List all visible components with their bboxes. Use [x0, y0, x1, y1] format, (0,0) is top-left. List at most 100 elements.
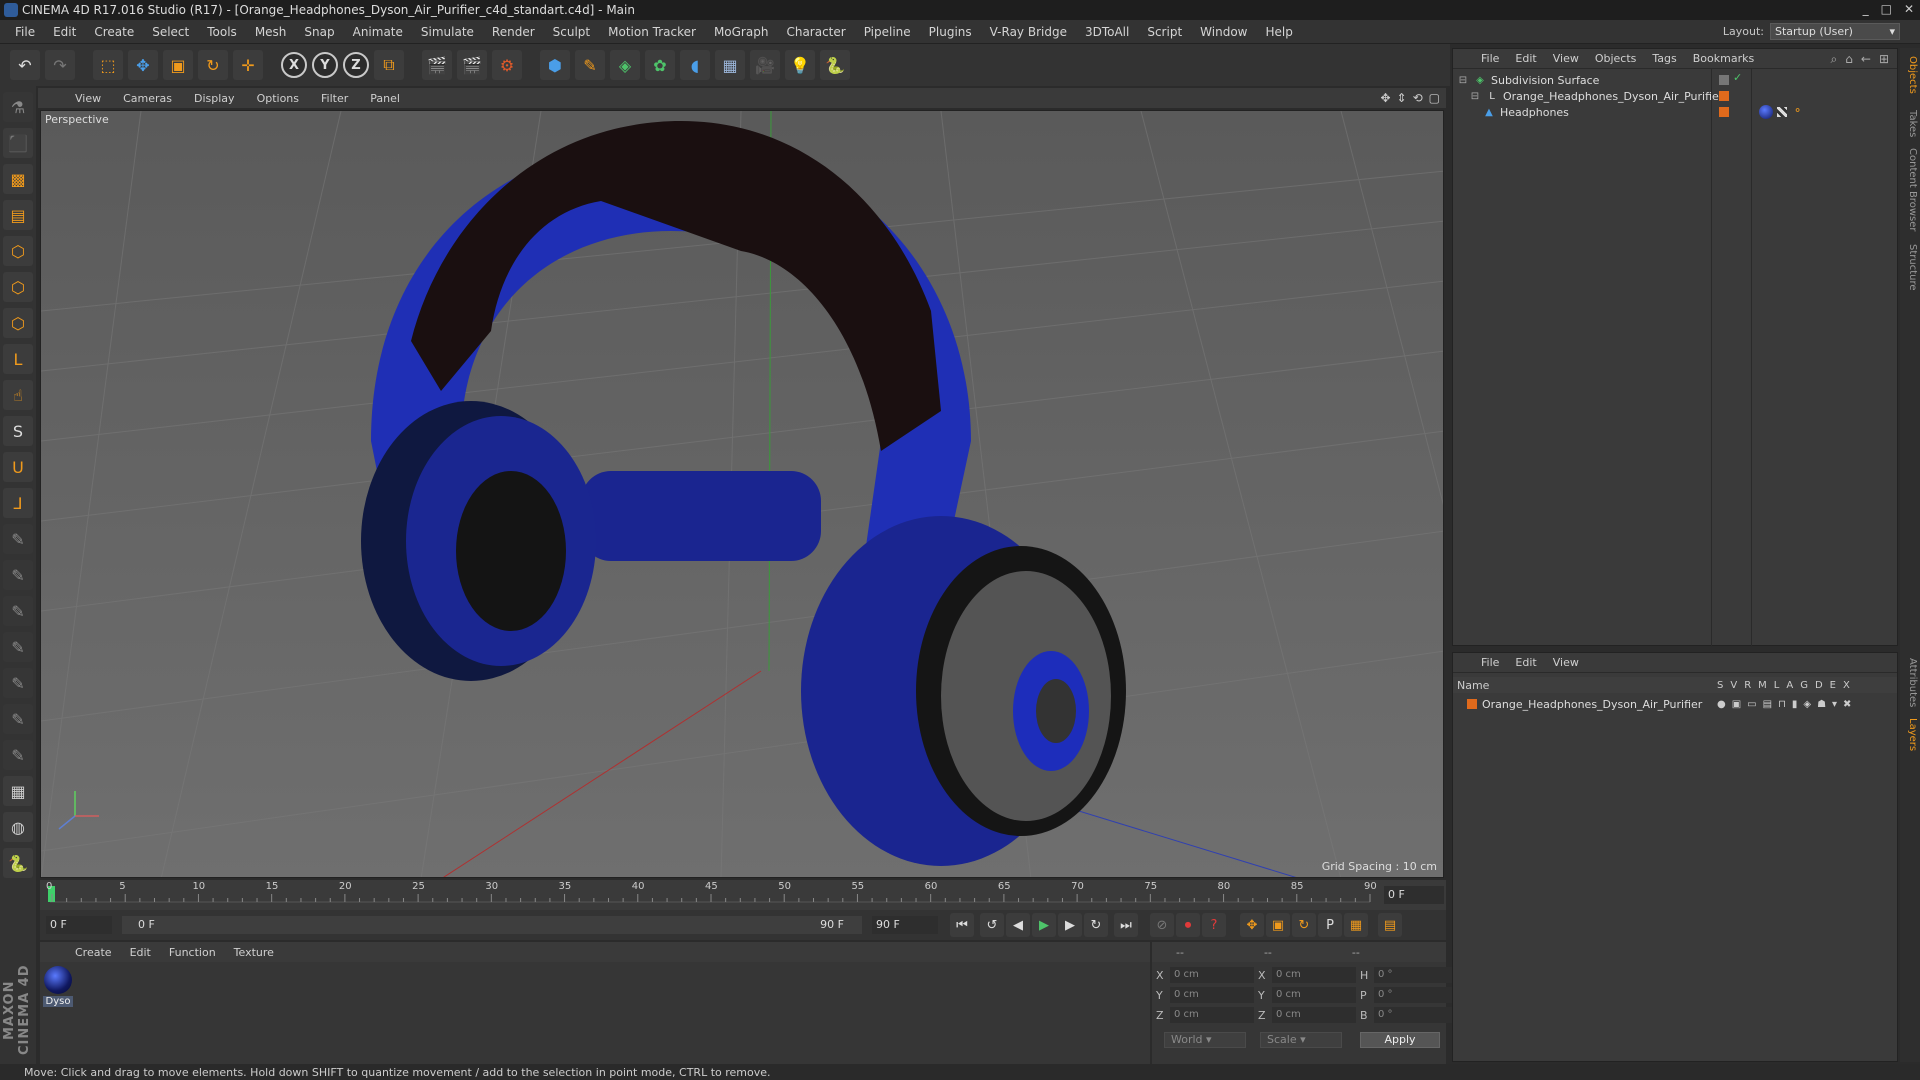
model-mode-icon[interactable]: ⬛ — [3, 128, 33, 158]
autokey-icon[interactable]: ⏺ — [1176, 913, 1200, 937]
sculpt-grab-icon[interactable]: ✎ — [3, 704, 33, 734]
objects-menu-view[interactable]: View — [1545, 52, 1587, 65]
record-keys-icon[interactable]: ⊘ — [1150, 913, 1174, 937]
key-scale-icon[interactable]: ▣ — [1266, 913, 1290, 937]
next-key-icon[interactable]: ↻ — [1084, 913, 1108, 937]
menu-file[interactable]: File — [6, 25, 44, 39]
light-icon[interactable]: 💡 — [785, 50, 815, 80]
scale-tool-icon[interactable]: ▣ — [163, 50, 193, 80]
maximize-button[interactable]: □ — [1881, 2, 1892, 16]
z-axis-toggle[interactable]: Z — [343, 52, 369, 78]
viewport-menu-display[interactable]: Display — [183, 92, 246, 105]
material-name[interactable]: Dyso — [43, 996, 73, 1007]
size-z-field[interactable]: 0 cm — [1272, 1007, 1356, 1023]
subdivision-generator-icon[interactable]: ◈ — [610, 50, 640, 80]
grid-lock-icon[interactable]: ▦ — [3, 776, 33, 806]
layer-row[interactable]: Orange_Headphones_Dyson_Air_Purifier ●▣▭… — [1453, 695, 1897, 713]
polygons-mode-icon[interactable]: ⬡ — [3, 308, 33, 338]
layer-color-tag[interactable] — [1719, 91, 1729, 101]
headphones-model[interactable] — [361, 121, 1126, 866]
coordinate-system-icon[interactable]: ⧉ — [374, 50, 404, 80]
render-settings-icon[interactable]: ⚙ — [492, 50, 522, 80]
coord-type-dropdown[interactable]: Scale ▾ — [1260, 1032, 1342, 1048]
material-menu-edit[interactable]: Edit — [121, 946, 160, 959]
workplane-icon[interactable]: ▤ — [3, 200, 33, 230]
timeline-icon[interactable]: ▤ — [1378, 913, 1402, 937]
check-icon[interactable]: ✓ — [1733, 71, 1742, 84]
tab-content-browser[interactable]: Content Browser — [1902, 148, 1918, 231]
menu-vray-bridge[interactable]: V-Ray Bridge — [981, 25, 1076, 39]
sculpt-inflate-icon[interactable]: ✎ — [3, 668, 33, 698]
position-x-field[interactable]: 0 cm — [1170, 967, 1254, 983]
tweak-mode-icon[interactable]: ☝ — [3, 380, 33, 410]
edges-mode-icon[interactable]: ⬡ — [3, 272, 33, 302]
objects-menu-objects[interactable]: Objects — [1587, 52, 1645, 65]
spline-pen-icon[interactable]: ✎ — [575, 50, 605, 80]
viewport-menu-panel[interactable]: Panel — [359, 92, 411, 105]
objects-menu-bookmarks[interactable]: Bookmarks — [1685, 52, 1762, 65]
tab-takes[interactable]: Takes — [1902, 110, 1918, 137]
make-editable-icon[interactable]: ⚗ — [3, 92, 33, 122]
live-selection-icon[interactable]: ⬚ — [93, 50, 123, 80]
perspective-viewport[interactable]: Perspective Grid Spacing : 10 cm — [40, 110, 1444, 878]
back-icon[interactable]: ← — [1861, 52, 1871, 67]
array-generator-icon[interactable]: ✿ — [645, 50, 675, 80]
search-icon[interactable]: ⌕ — [1831, 52, 1838, 67]
menu-sculpt[interactable]: Sculpt — [544, 25, 599, 39]
pan-icon[interactable]: ✥ — [1380, 91, 1390, 105]
apply-button[interactable]: Apply — [1360, 1032, 1440, 1048]
key-pla-icon[interactable]: ▦ — [1344, 913, 1368, 937]
objects-menu-file[interactable]: File — [1473, 52, 1507, 65]
floor-environment-icon[interactable]: ▦ — [715, 50, 745, 80]
tab-structure[interactable]: Structure — [1902, 244, 1918, 291]
tab-layers[interactable]: Layers — [1902, 718, 1918, 751]
next-frame-icon[interactable]: ▶ — [1058, 913, 1082, 937]
uvw-tag-icon[interactable] — [1777, 107, 1787, 117]
layers-menu-file[interactable]: File — [1473, 656, 1507, 669]
deformer-icon[interactable]: ◖ — [680, 50, 710, 80]
material-menu-create[interactable]: Create — [66, 946, 121, 959]
menu-simulate[interactable]: Simulate — [412, 25, 483, 39]
texture-mode-icon[interactable]: ▩ — [3, 164, 33, 194]
rotation-h-field[interactable]: 0 ° — [1374, 967, 1458, 983]
camera-icon[interactable]: 🎥 — [750, 50, 780, 80]
rotation-p-field[interactable]: 0 ° — [1374, 987, 1458, 1003]
menu-mograph[interactable]: MoGraph — [705, 25, 778, 39]
menu-character[interactable]: Character — [777, 25, 854, 39]
undo-icon[interactable]: ↶ — [10, 50, 40, 80]
layer-tag-empty[interactable] — [1719, 75, 1729, 85]
minimize-button[interactable]: _ — [1863, 2, 1869, 16]
play-icon[interactable]: ▶ — [1032, 913, 1056, 937]
size-x-field[interactable]: 0 cm — [1272, 967, 1356, 983]
menu-animate[interactable]: Animate — [344, 25, 412, 39]
orbit-icon[interactable]: ⟲ — [1413, 91, 1423, 105]
layout-dropdown[interactable]: Startup (User) ▾ — [1770, 23, 1900, 40]
axis-mode-icon[interactable]: L — [3, 344, 33, 374]
sculpt-brush-icon[interactable]: ✎ — [3, 524, 33, 554]
menu-plugins[interactable]: Plugins — [920, 25, 981, 39]
objects-menu-tags[interactable]: Tags — [1644, 52, 1684, 65]
start-frame-field[interactable]: 0 F — [46, 916, 112, 934]
sculpt-knife-icon[interactable]: ✎ — [3, 740, 33, 770]
menu-snap[interactable]: Snap — [295, 25, 343, 39]
x-axis-toggle[interactable]: X — [281, 52, 307, 78]
material-menu-texture[interactable]: Texture — [225, 946, 283, 959]
snap-icon[interactable]: S — [3, 416, 33, 446]
keyframe-selection-icon[interactable]: ? — [1202, 913, 1226, 937]
tab-attributes[interactable]: Attributes — [1902, 658, 1918, 707]
end-frame-field[interactable]: 90 F — [872, 916, 938, 934]
go-to-start-icon[interactable]: ⏮ — [950, 913, 974, 937]
menu-script[interactable]: Script — [1138, 25, 1191, 39]
viewport-menu-options[interactable]: Options — [246, 92, 310, 105]
phong-tag-icon[interactable]: ⚬ — [1793, 104, 1802, 117]
menu-pipeline[interactable]: Pipeline — [855, 25, 920, 39]
magnet-icon[interactable]: U — [3, 452, 33, 482]
sculpt-smooth-icon[interactable]: ✎ — [3, 596, 33, 626]
timeline-ruler[interactable]: 0 5 10 15 20 25 30 35 40 45 50 55 60 65 70 75 80 85 90 0 F — [40, 880, 1446, 910]
axis-lock-icon[interactable]: ⅃ — [3, 488, 33, 518]
cube-primitive-icon[interactable]: ⬢ — [540, 50, 570, 80]
render-picture-viewer-icon[interactable]: 🎬 — [457, 50, 487, 80]
menu-render[interactable]: Render — [483, 25, 544, 39]
menu-3dtoall[interactable]: 3DToAll — [1076, 25, 1138, 39]
menu-edit[interactable]: Edit — [44, 25, 85, 39]
